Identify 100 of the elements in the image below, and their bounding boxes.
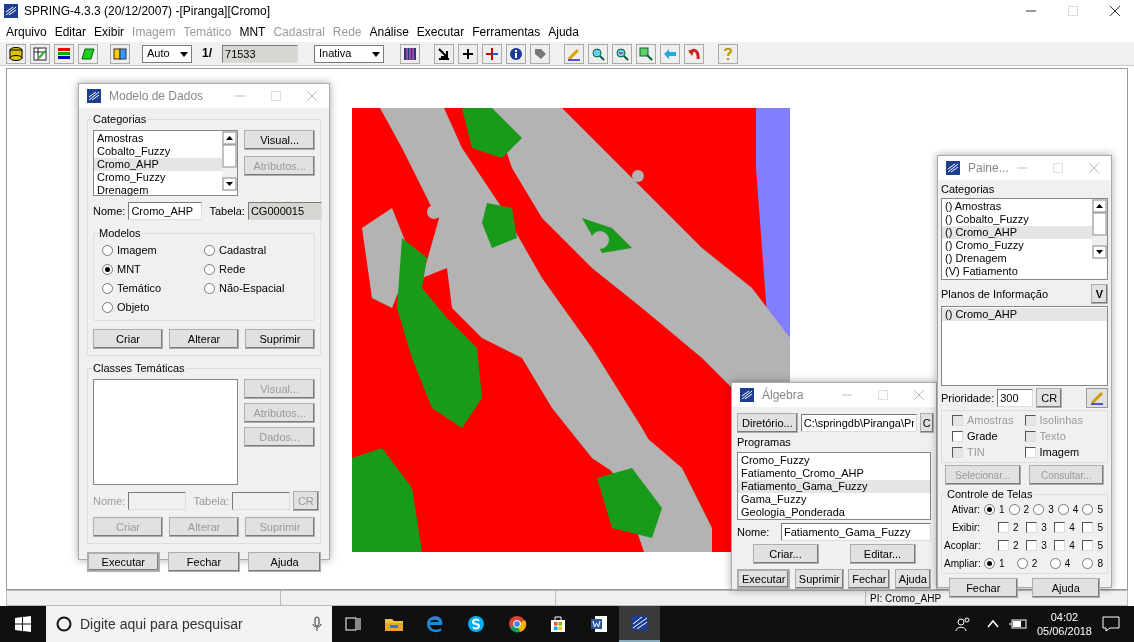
list-item[interactable]: () Drenagem [942,252,1092,265]
radio-option[interactable]: 2 [1016,557,1038,570]
table-button[interactable] [30,43,50,64]
checkbox-option[interactable]: 2 [998,539,1019,552]
notification-icon[interactable] [1102,616,1120,632]
radio-option[interactable]: Objeto [102,301,204,314]
list-item[interactable]: Gama_Fuzzy [738,493,930,506]
dialog-button[interactable]: V [1090,284,1108,304]
dialog-button[interactable]: Executar [87,552,160,572]
menu-item[interactable]: Exibir [94,25,125,39]
dialog-button[interactable]: C [919,413,934,433]
radio-option[interactable]: 4 [1049,557,1071,570]
checkbox-option[interactable]: 3 [1026,521,1047,534]
list-item[interactable]: Drenagem [94,184,223,197]
text-field[interactable]: Fatiamento_Gama_Fuzzy [781,523,931,541]
clock-time[interactable]: 04:02 [1050,610,1079,624]
pencil-button[interactable] [564,43,584,64]
dialog-button[interactable]: Criar... [752,544,819,564]
text-field[interactable] [231,492,290,510]
text-field[interactable]: 71533 [222,44,298,63]
text-field[interactable] [128,492,187,510]
layers-button[interactable] [54,43,74,64]
list-item[interactable]: Fatiamento_Cromo_AHP [738,467,930,480]
dialog-button[interactable]: Ajuda [248,552,321,572]
battery-icon[interactable] [1008,618,1027,630]
search-field[interactable]: Digite aqui para pesquisar [80,616,304,632]
zoom-out-button[interactable] [612,43,632,64]
radio-option[interactable]: 8 [1082,557,1103,570]
list-item[interactable]: (V) Fatiamento [942,265,1092,278]
radio-option[interactable]: Rede [204,263,306,276]
dialog-button[interactable]: Criar [93,329,163,349]
database-button[interactable] [6,43,26,64]
plus-button[interactable] [458,43,478,64]
menu-item[interactable]: Ferramentas [472,25,541,39]
zoom-area-button[interactable] [636,43,656,64]
zoom-in-button[interactable] [588,43,608,64]
dropdown[interactable]: Auto [142,44,192,63]
dialog-button[interactable]: Ajuda [894,569,931,589]
menu-item[interactable]: Editar [54,25,87,39]
grid-app-button[interactable] [619,606,660,642]
list-item[interactable]: Amostras [94,132,223,145]
list-item[interactable]: Fatiamento_Gama_Fuzzy [738,480,930,493]
radio-option[interactable]: Imagem [102,244,204,257]
dialog-button[interactable]: Editar... [849,544,916,564]
text-field[interactable]: 300 [997,389,1034,407]
dialog-button[interactable]: Fechar [848,569,891,589]
checkbox-option[interactable]: 4 [1054,521,1075,534]
list-item[interactable]: () Cobalto_Fuzzy [942,213,1092,226]
checkbox-option[interactable]: 2 [998,521,1019,534]
undo-button[interactable] [684,43,704,64]
checkbox-option[interactable]: Imagem [1024,446,1097,459]
radio-option[interactable]: Não-Espacial [204,282,306,295]
radio-option[interactable]: 5 [1082,503,1103,516]
clock-date[interactable]: 05/06/2018 [1036,624,1092,638]
list-item[interactable]: () Amostras [942,200,1092,213]
map-book-button[interactable] [110,43,130,64]
tag-button[interactable] [530,43,550,64]
grid-button[interactable] [400,43,420,64]
dialog-button[interactable]: CR [1036,388,1063,408]
list-item[interactable]: Cobalto_Fuzzy [94,145,223,158]
radio-option[interactable]: 4 [1057,503,1079,516]
parallelogram-button[interactable] [78,43,98,64]
checkbox-option[interactable]: 3 [1026,539,1047,552]
list-item[interactable]: Geologia_Ponderada [738,506,930,519]
menu-item[interactable]: Análise [369,25,409,39]
list-item[interactable]: Cromo_Fuzzy [94,171,223,184]
dialog-button[interactable]: Suprimir [794,569,844,589]
menu-item[interactable]: Arquivo [6,25,47,39]
dialog-button[interactable]: Alterar [169,329,239,349]
menu-item[interactable]: Ajuda [548,25,579,39]
people-icon[interactable] [954,616,971,632]
dialog-button[interactable]: Visual... [244,130,315,150]
text-field[interactable]: Cromo_AHP [128,202,203,220]
list-item[interactable]: () Cromo_Fuzzy [942,239,1092,252]
close-icon[interactable] [1110,6,1120,16]
dropdown[interactable]: Inativa [314,44,384,63]
search-box[interactable]: Digite aqui para pesquisar [46,606,332,642]
dialog-button[interactable]: Suprimir [245,329,315,349]
list-item[interactable]: () Cromo_AHP [942,308,1107,321]
dialog-button[interactable]: Executar [737,569,791,589]
text-field[interactable]: CG000015 [247,202,322,220]
list-item[interactable]: Cromo_Fuzzy [738,454,930,467]
list-item[interactable]: () Cromo_AHP [942,226,1092,239]
radio-option[interactable]: 3 [1033,503,1054,516]
dialog-button[interactable]: Fechar [167,552,241,572]
checkbox-option[interactable]: 5 [1082,539,1103,552]
info-button[interactable] [506,43,526,64]
radio-option[interactable]: Temático [102,282,204,295]
dialog-button[interactable]: Diretório... [737,413,798,433]
arrow-down-right-button[interactable] [434,43,454,64]
radio-option[interactable]: MNT [102,263,204,276]
move-arrows-button[interactable] [482,43,502,64]
dialog-button[interactable]: Fechar [949,578,1018,598]
radio-option[interactable]: Cadastral [204,244,306,257]
checkbox-option[interactable]: 5 [1082,521,1103,534]
checkbox-option[interactable]: Grade [952,430,1025,443]
radio-option[interactable]: 1 [984,557,1005,570]
checkbox-option[interactable]: 4 [1054,539,1075,552]
menu-item[interactable]: MNT [239,25,266,39]
menu-item[interactable]: Executar [416,25,465,39]
